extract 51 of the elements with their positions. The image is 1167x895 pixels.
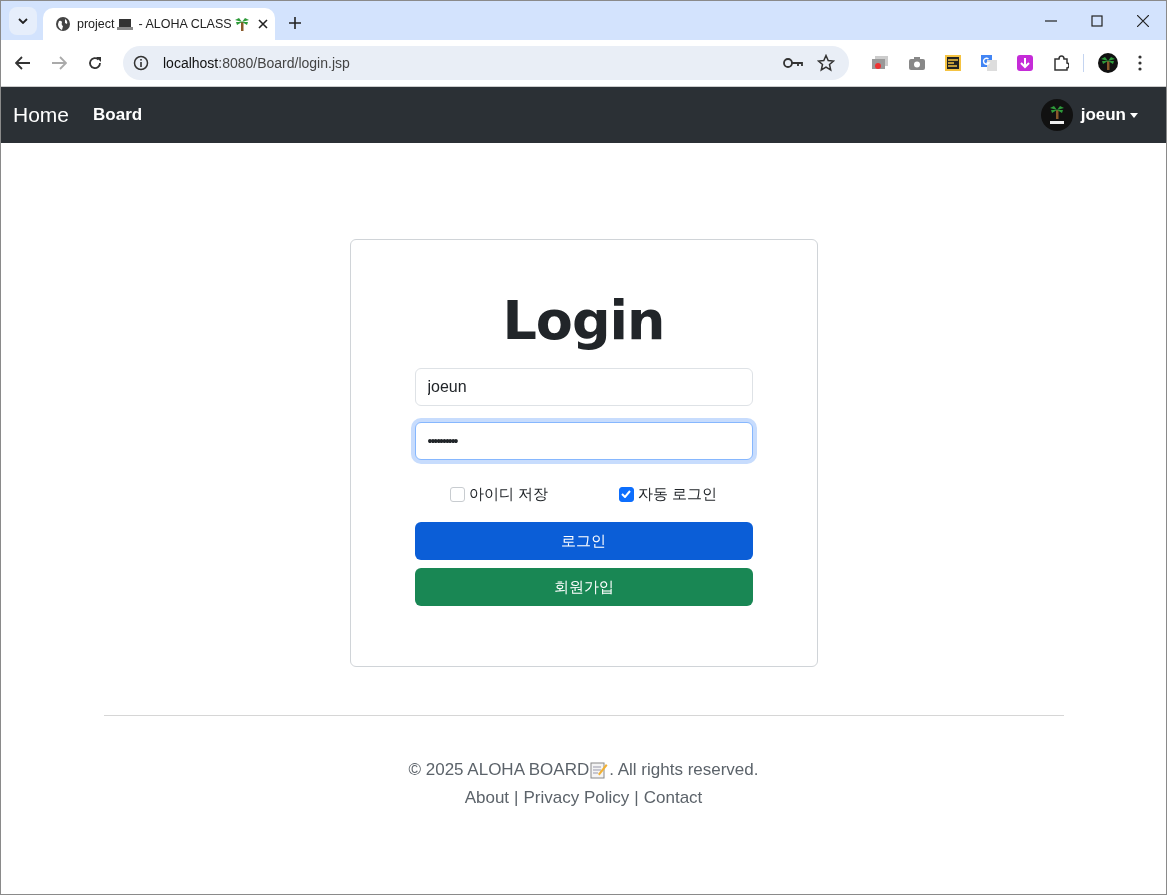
- user-menu[interactable]: joeun: [1080, 105, 1138, 125]
- star-icon[interactable]: [817, 54, 835, 72]
- copyright-text: . All rights reserved.: [609, 759, 759, 781]
- password-field[interactable]: ••••••••••: [414, 422, 753, 460]
- puzzle-icon[interactable]: [1053, 55, 1069, 71]
- separator: |: [514, 787, 519, 809]
- footer-link[interactable]: About: [464, 784, 510, 812]
- info-icon: [133, 55, 149, 71]
- signup-button[interactable]: 회원가입: [414, 568, 753, 606]
- caret-down-icon: [1130, 112, 1138, 118]
- username-field[interactable]: joeun: [414, 368, 753, 406]
- checkbox-label: 아이디 저장: [468, 484, 549, 504]
- close-icon[interactable]: [257, 19, 268, 29]
- back-arrow-icon[interactable]: [15, 56, 31, 70]
- camera-icon[interactable]: [909, 56, 925, 70]
- tab-list-button[interactable]: [9, 7, 37, 35]
- address-bar[interactable]: localhost:8080/Board/login.jsp: [123, 46, 849, 80]
- globe-icon: [55, 16, 71, 32]
- windows-icon[interactable]: [871, 55, 889, 71]
- profile-avatar-icon[interactable]: [1098, 53, 1118, 73]
- notes-icon[interactable]: [945, 55, 961, 71]
- copyright-text: © 2025 ALOHA BOARD: [408, 759, 590, 781]
- chevron-down-icon: [18, 18, 28, 24]
- nav-link[interactable]: Board: [93, 105, 143, 125]
- login-title: Login: [502, 288, 665, 354]
- palm-tree-icon: [233, 16, 250, 32]
- separator: |: [634, 787, 639, 809]
- close-icon[interactable]: [1137, 15, 1149, 27]
- url-text: localhost:8080/Board/login.jsp: [163, 55, 350, 71]
- reload-icon[interactable]: [87, 55, 103, 71]
- laptop-icon: [116, 17, 133, 31]
- home-link[interactable]: Home: [13, 103, 70, 127]
- download-icon[interactable]: [1017, 55, 1033, 71]
- checkmark-icon: [621, 490, 632, 498]
- maximize-icon[interactable]: [1091, 15, 1103, 27]
- footer-link[interactable]: Privacy Policy: [523, 784, 630, 812]
- key-icon[interactable]: [783, 57, 803, 69]
- browser-tab[interactable]: project - ALOHA CLASS: [43, 8, 275, 40]
- checkbox[interactable]: [449, 486, 465, 502]
- checkbox[interactable]: [618, 486, 634, 502]
- tab-title: - ALOHA CLASS: [138, 17, 232, 31]
- login-button[interactable]: 로그인: [414, 522, 753, 560]
- footer-link[interactable]: Contact: [643, 784, 703, 812]
- plus-icon[interactable]: [289, 17, 301, 29]
- more-menu-icon[interactable]: [1138, 55, 1142, 71]
- user-name: joeun: [1080, 105, 1126, 125]
- tab-title: project: [77, 17, 115, 31]
- memo-icon: [590, 761, 609, 779]
- translate-icon[interactable]: [981, 55, 997, 71]
- checkbox-label: 자동 로그인: [637, 484, 718, 504]
- avatar-icon: [1040, 99, 1073, 131]
